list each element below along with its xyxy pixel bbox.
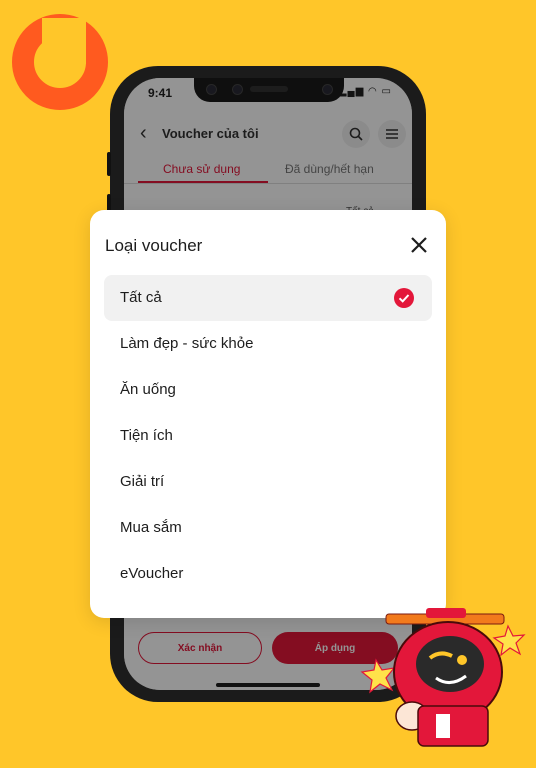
check-icon <box>394 288 414 308</box>
option-beauty-health[interactable]: Làm đẹp - sức khỏe <box>104 321 432 367</box>
option-label: Giải trí <box>120 473 165 490</box>
option-food-drink[interactable]: Ăn uống <box>104 367 432 413</box>
option-label: Tất cả <box>120 289 162 306</box>
option-label: Mua sắm <box>120 519 182 536</box>
modal-title: Loại voucher <box>105 236 203 255</box>
home-indicator <box>216 683 320 687</box>
close-icon[interactable] <box>408 234 430 256</box>
option-entertainment[interactable]: Giải trí <box>104 459 432 505</box>
option-label: Làm đẹp - sức khỏe <box>120 335 254 352</box>
option-label: Ăn uống <box>120 381 176 398</box>
brand-logo <box>12 14 108 110</box>
voucher-type-modal: Loại voucher Tất cả Làm đẹp - sức khỏe Ă… <box>90 210 446 618</box>
option-all[interactable]: Tất cả <box>104 275 432 321</box>
option-label: eVoucher <box>120 565 184 582</box>
option-utilities[interactable]: Tiện ích <box>104 413 432 459</box>
option-evoucher[interactable]: eVoucher <box>104 551 432 597</box>
option-label: Tiện ích <box>120 427 173 444</box>
option-shopping[interactable]: Mua sắm <box>104 505 432 551</box>
phone-mute-button <box>107 152 111 176</box>
mascot-illustration <box>360 608 526 747</box>
